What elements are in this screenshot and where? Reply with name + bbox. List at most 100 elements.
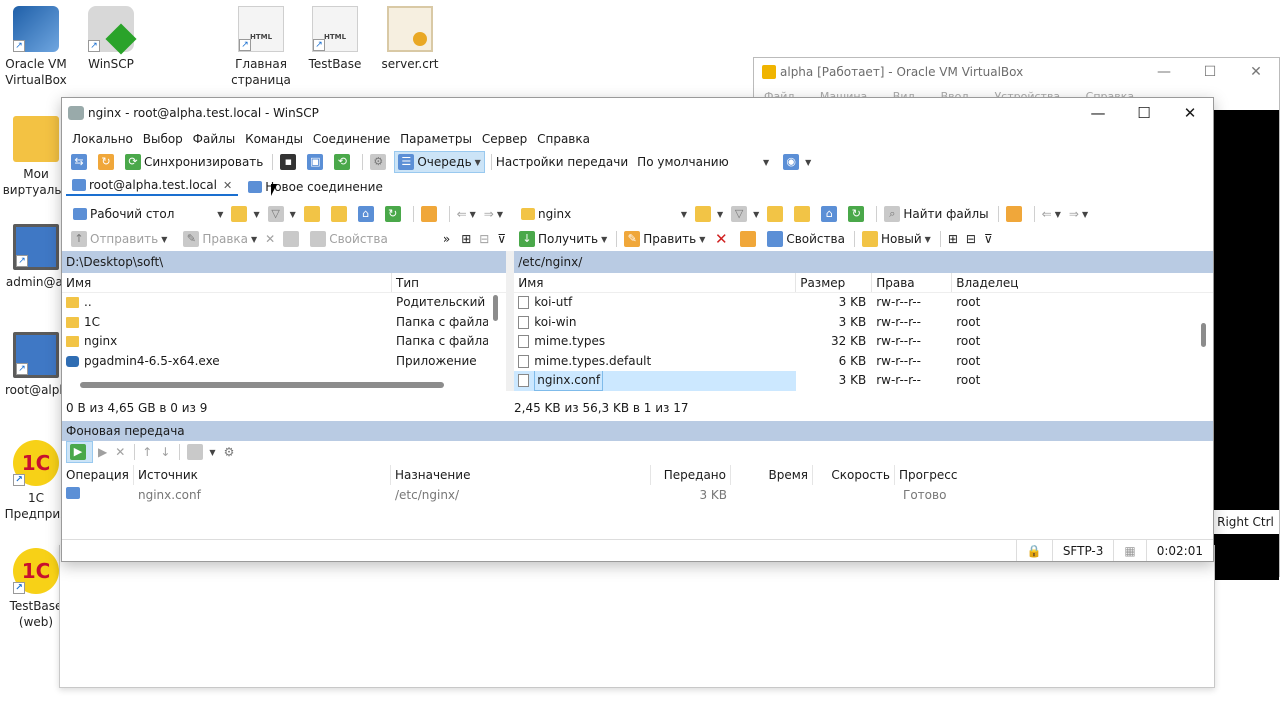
col-progress[interactable]: Прогресс [895, 465, 975, 485]
queue-row[interactable]: nginx.conf /etc/nginx/ 3 KB Готово [62, 485, 1213, 505]
local-pane[interactable]: D:\Desktop\soft\ Имя Тип .. Родительский … [62, 251, 507, 391]
queue-run-button[interactable]: ▶ [95, 441, 110, 463]
remote-pane[interactable]: /etc/nginx/ Имя Размер Права Владелец ko… [514, 251, 1213, 391]
col-rights[interactable]: Права [872, 273, 953, 292]
col-operation[interactable]: Операция [62, 465, 134, 485]
menu-files[interactable]: Файлы [193, 132, 236, 146]
table-row[interactable]: mime.types 32 KB rw-r--r-- root [514, 332, 1213, 352]
properties-button[interactable]: Свойства [764, 228, 848, 250]
root-dir-button[interactable] [791, 203, 816, 225]
select-plus-button[interactable]: ⊞ [945, 228, 961, 250]
table-row[interactable]: koi-utf 3 KB rw-r--r-- root [514, 293, 1213, 313]
tab-session-root[interactable]: root@alpha.test.local ✕ [66, 176, 239, 196]
winscp-titlebar[interactable]: nginx - root@alpha.test.local - WinSCP —… [62, 98, 1213, 128]
filter-button[interactable]: ▽ ▼ [728, 203, 762, 225]
find-files-button[interactable]: ⌕ Найти файлы [881, 203, 991, 225]
download-button[interactable]: ↓ Получить ▼ [516, 228, 610, 250]
pane-splitter[interactable] [506, 251, 515, 391]
virtualbox-titlebar[interactable]: alpha [Работает] - Oracle VM VirtualBox … [754, 58, 1279, 86]
col-owner[interactable]: Владелец [952, 273, 1018, 292]
table-row-selected[interactable]: nginx.conf 3 KB rw-r--r-- root [514, 371, 1213, 391]
table-row[interactable]: .. Родительский ка [62, 293, 506, 313]
parent-dir-button[interactable] [301, 203, 326, 225]
filter-select-button[interactable]: ⊽ [494, 228, 509, 250]
col-size[interactable]: Размер [796, 273, 873, 292]
home-button[interactable]: ⌂ [355, 203, 380, 225]
open-folder-button[interactable]: ▼ [228, 203, 262, 225]
forward-button[interactable]: ⇒ ▼ [481, 203, 506, 225]
table-row[interactable]: nginx Папка с файлами [62, 332, 506, 352]
select-minus-button[interactable]: ⊟ [963, 228, 979, 250]
upload-button[interactable]: ↑ Отправить ▼ [68, 228, 170, 250]
menu-local[interactable]: Локально [72, 132, 133, 146]
col-speed[interactable]: Скорость [813, 465, 895, 485]
desktop-icon-winscp[interactable]: ↗ WinSCP [73, 6, 149, 72]
winscp-window[interactable]: nginx - root@alpha.test.local - WinSCP —… [61, 97, 1214, 562]
tree-button[interactable] [418, 203, 443, 225]
menu-mark[interactable]: Выбор [143, 132, 183, 146]
local-horizontal-scrollbar[interactable] [80, 382, 444, 388]
transfer-preset-select[interactable]: По умолчанию ▼ [632, 152, 775, 172]
remote-vertical-scrollbar[interactable] [1201, 323, 1207, 347]
queue-down-button[interactable]: ↓ [157, 441, 173, 463]
edit-button[interactable]: ✎ Править ▼ [621, 228, 708, 250]
toolbar-overflow-icon[interactable]: » [443, 232, 450, 246]
maximize-button[interactable]: ☐ [1121, 98, 1167, 128]
queue-go-button[interactable]: ▶ [66, 441, 93, 463]
left-location-select[interactable]: Рабочий стол ▼ [68, 204, 229, 224]
menu-session[interactable]: Соединение [313, 132, 390, 146]
col-name[interactable]: Имя [514, 273, 797, 292]
queue-button[interactable]: ☰ Очередь ▼ [394, 151, 485, 173]
forward-button[interactable]: ⇒ ▼ [1066, 203, 1091, 225]
minimize-button[interactable]: — [1075, 98, 1121, 128]
filter-select-button[interactable]: ⊽ [981, 228, 996, 250]
sync-browse-button[interactable]: ↻ [95, 151, 120, 173]
putty-button[interactable]: ▣ [304, 151, 329, 173]
table-row[interactable]: koi-win 3 KB rw-r--r-- root [514, 313, 1213, 333]
maximize-button[interactable]: ☐ [1187, 58, 1233, 86]
close-icon[interactable]: ✕ [223, 179, 232, 192]
col-time[interactable]: Время [731, 465, 813, 485]
right-location-select[interactable]: nginx ▼ [516, 204, 692, 224]
desktop-icon-virtualbox[interactable]: ↗ Oracle VM VirtualBox [0, 6, 74, 88]
desktop-icon-server-crt[interactable]: server.crt [372, 6, 448, 72]
new-button[interactable]: Новый ▼ [859, 228, 934, 250]
root-dir-button[interactable] [328, 203, 353, 225]
tree-button[interactable] [1003, 203, 1028, 225]
parent-dir-button[interactable] [764, 203, 789, 225]
table-row[interactable]: 1C Папка с файлами [62, 313, 506, 333]
close-button[interactable]: ✕ [1167, 98, 1213, 128]
synchronize-button[interactable]: ⟳ Синхронизировать [122, 151, 266, 173]
console-button[interactable]: ▪ [277, 151, 302, 173]
menu-commands[interactable]: Команды [245, 132, 303, 146]
select-minus-button[interactable]: ⊟ [476, 228, 492, 250]
queue-delete-button[interactable]: ✕ [112, 441, 128, 463]
menu-server[interactable]: Сервер [482, 132, 527, 146]
refresh-session-button[interactable]: ⟲ [331, 151, 356, 173]
home-button[interactable]: ⌂ [818, 203, 843, 225]
select-plus-button[interactable]: ⊞ [458, 228, 474, 250]
queue-prefs-button[interactable]: ⚙ [221, 441, 238, 463]
open-folder-button[interactable]: ▼ [692, 203, 726, 225]
back-button[interactable]: ⇐ ▼ [1039, 203, 1064, 225]
desktop-icon-testbase[interactable]: HTML ↗ TestBase [297, 6, 373, 72]
back-button[interactable]: ⇐ ▼ [454, 203, 479, 225]
menu-help[interactable]: Справка [537, 132, 590, 146]
transfer-options-button[interactable]: ◉ ▼ [780, 151, 814, 173]
col-source[interactable]: Источник [134, 465, 391, 485]
col-name[interactable]: Имя [62, 273, 392, 292]
close-button[interactable]: ✕ [1233, 58, 1279, 86]
table-row[interactable]: mime.types.default 6 KB rw-r--r-- root [514, 352, 1213, 372]
local-vertical-scrollbar[interactable] [493, 295, 498, 321]
tab-new-session[interactable]: Новое соединение [242, 178, 389, 196]
compare-dirs-button[interactable]: ⇆ [68, 151, 93, 173]
filter-button[interactable]: ▽ ▼ [265, 203, 299, 225]
minimize-button[interactable]: — [1141, 58, 1187, 86]
desktop-icon-main-page[interactable]: HTML ↗ Главная страница [223, 6, 299, 88]
menu-options[interactable]: Параметры [400, 132, 472, 146]
table-row[interactable]: pgadmin4-6.5-x64.exe Приложение [62, 352, 506, 372]
col-transferred[interactable]: Передано [651, 465, 731, 485]
preferences-button[interactable]: ⚙ [367, 151, 392, 173]
refresh-button[interactable]: ↻ [382, 203, 407, 225]
edit-button[interactable]: ✎ Правка ▼ [180, 228, 260, 250]
